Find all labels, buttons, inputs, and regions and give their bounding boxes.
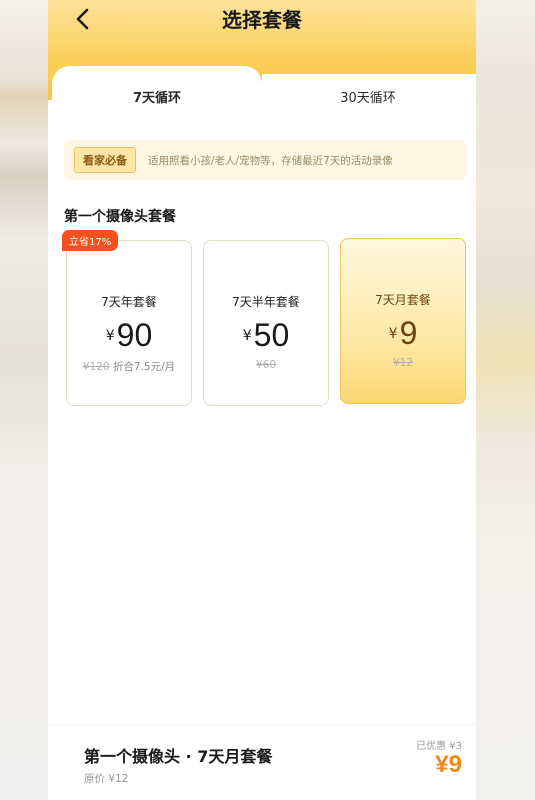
plan-subtext: ¥120 折合7.5元/月 [67, 359, 191, 374]
notice-banner: 看家必备 适用照看小孩/老人/宠物等，存储最近7天的活动录像 [64, 140, 466, 180]
original-price: ¥60 [255, 359, 277, 371]
app-screen: 选择套餐 7天循环 30天循环 看家必备 适用照看小孩/老人/宠物等，存储最近7… [48, 0, 476, 800]
plan-name: 7天月套餐 [375, 293, 431, 307]
plan-card-yearly[interactable]: 7天年套餐 ¥90 ¥120 折合7.5元/月 [66, 240, 192, 406]
monthly-equivalent: 折合7.5元/月 [112, 361, 176, 373]
summary-discount: 已优惠 ¥3 [416, 741, 462, 752]
plan-card-monthly[interactable]: 7天月套餐 ¥9 ¥12 [340, 238, 466, 404]
currency-symbol: ¥ [105, 328, 115, 344]
notice-text: 适用照看小孩/老人/宠物等，存储最近7天的活动录像 [148, 154, 393, 167]
notice-badge: 看家必备 [74, 147, 136, 173]
background-right [475, 0, 535, 800]
section-title: 第一个摄像头套餐 [64, 209, 176, 225]
original-price: ¥12 [392, 357, 414, 369]
order-summary-bar: 第一个摄像头 · 7天月套餐 原价 ¥12 已优惠 ¥3 ¥9 [48, 724, 476, 800]
summary-title: 第一个摄像头 · 7天月套餐 [84, 747, 273, 766]
plan-subtext: ¥12 [341, 357, 465, 369]
currency-symbol: ¥ [388, 326, 398, 342]
save-percent-badge: 立省17% [62, 230, 119, 251]
plan-price: ¥90 [67, 317, 191, 354]
price-amount: 90 [116, 317, 153, 353]
price-amount: 9 [399, 315, 418, 351]
currency-symbol: ¥ [242, 328, 252, 344]
original-price: ¥120 [82, 361, 110, 373]
plan-name: 7天年套餐 [101, 295, 157, 309]
price-amount: 50 [253, 317, 290, 353]
background-left [0, 0, 50, 800]
page-title: 选择套餐 [222, 8, 302, 32]
tab-30-day-cycle[interactable]: 30天循环 [268, 66, 468, 126]
cycle-tabs: 7天循环 30天循环 [48, 64, 476, 126]
summary-original-price: 原价 ¥12 [84, 773, 129, 785]
plan-content: 看家必备 适用照看小孩/老人/宠物等，存储最近7天的活动录像 第一个摄像头套餐 … [48, 126, 476, 800]
plan-cards: 7天年套餐 ¥90 ¥120 折合7.5元/月 立省17% 7天半年套餐 ¥50… [48, 228, 476, 428]
plan-name: 7天半年套餐 [232, 295, 300, 309]
tab-7-day-cycle[interactable]: 7天循环 [52, 66, 262, 126]
plan-price: ¥50 [204, 317, 328, 354]
plan-price: ¥9 [341, 315, 465, 352]
plan-subtext: ¥60 [204, 359, 328, 371]
summary-price: ¥9 [435, 751, 462, 778]
plan-card-half-year[interactable]: 7天半年套餐 ¥50 ¥60 [203, 240, 329, 406]
